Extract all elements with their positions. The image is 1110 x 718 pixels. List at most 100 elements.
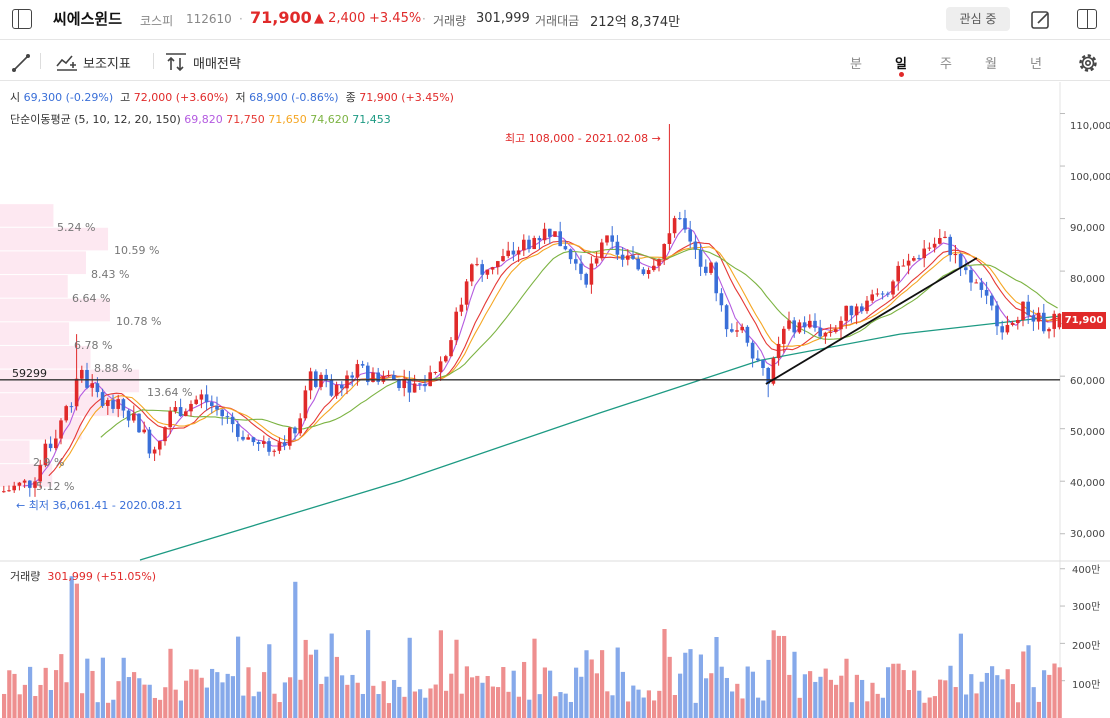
price-change: ▲ 2,400 bbox=[314, 11, 366, 26]
volume-bar bbox=[990, 666, 995, 718]
candle-body bbox=[158, 441, 162, 450]
volume-bar bbox=[1057, 667, 1062, 718]
candle-body bbox=[293, 427, 297, 434]
candle-body bbox=[886, 293, 890, 295]
volume-bar bbox=[106, 702, 111, 718]
volume-bar bbox=[839, 675, 844, 718]
strategy-button[interactable]: 매매전략 bbox=[193, 53, 241, 72]
candle-body bbox=[132, 413, 136, 421]
candle-body bbox=[2, 491, 6, 493]
sidebar-toggle-icon[interactable] bbox=[12, 9, 32, 29]
volume-bar bbox=[371, 685, 376, 718]
candle-body bbox=[776, 343, 781, 359]
volume-bar bbox=[636, 689, 641, 718]
price-change-pct: +3.45% bbox=[369, 11, 422, 26]
draw-line-icon[interactable] bbox=[11, 53, 31, 73]
volume-profile-bar bbox=[0, 204, 54, 227]
volume-bar bbox=[236, 636, 241, 718]
volume-bar bbox=[95, 702, 100, 718]
chart-toolbar: 보조지표 매매전략 분 일 주 월 년 bbox=[0, 41, 1110, 81]
moving-average-10-line bbox=[48, 240, 1058, 477]
settings-gear-icon[interactable] bbox=[1077, 52, 1099, 74]
volume-bar bbox=[496, 687, 501, 718]
edit-icon[interactable] bbox=[1030, 9, 1052, 31]
current-price-tag: 71,900 bbox=[1062, 312, 1106, 329]
volume-bar bbox=[54, 670, 59, 718]
candle-body bbox=[522, 239, 526, 251]
candle-body bbox=[371, 372, 375, 382]
candle-body bbox=[688, 229, 692, 242]
candle-body bbox=[303, 390, 308, 419]
candle-body bbox=[163, 427, 167, 442]
period-minute[interactable]: 분 bbox=[846, 53, 866, 72]
volume-bar bbox=[792, 651, 797, 718]
watchlist-button[interactable]: 관심 중 bbox=[946, 7, 1010, 31]
candle-body bbox=[152, 449, 157, 454]
candle-body bbox=[262, 441, 266, 444]
period-year[interactable]: 년 bbox=[1026, 53, 1046, 72]
candle-body bbox=[1021, 301, 1025, 320]
candle-body bbox=[444, 356, 448, 362]
volume-bar bbox=[714, 636, 719, 718]
stock-code: 112610 bbox=[186, 12, 232, 26]
volume-bar bbox=[33, 696, 38, 718]
candle-body bbox=[470, 264, 474, 282]
candle-body bbox=[891, 281, 895, 295]
volume-bar bbox=[527, 699, 532, 718]
candle-body bbox=[745, 326, 750, 343]
volume-bar bbox=[797, 697, 802, 718]
strategy-icon[interactable] bbox=[165, 52, 187, 72]
candle-body bbox=[813, 320, 817, 328]
indicators-button[interactable]: 보조지표 bbox=[83, 53, 131, 72]
volume-bar bbox=[875, 693, 880, 718]
ma-legend[interactable]: 단순이동평균 (5, 10, 12, 20, 150) 69,820 71,75… bbox=[10, 111, 391, 127]
indicator-icon[interactable] bbox=[56, 52, 78, 72]
volume-bar bbox=[100, 657, 105, 718]
volume-bar bbox=[412, 691, 417, 718]
stock-name: 씨에스윈드 bbox=[53, 10, 123, 28]
volume-bar bbox=[745, 666, 750, 718]
candle-body bbox=[896, 265, 900, 282]
volume-profile-label: 2.9 % bbox=[33, 456, 65, 469]
candle-body bbox=[85, 369, 89, 388]
candle-body bbox=[880, 293, 885, 295]
layout-icon[interactable] bbox=[1077, 9, 1097, 29]
volume-bar bbox=[828, 679, 833, 718]
candle-body bbox=[204, 394, 209, 403]
volume-bar bbox=[657, 690, 662, 718]
volume-bar bbox=[808, 671, 813, 718]
candle-body bbox=[990, 295, 994, 306]
amount-label: 거래대금 bbox=[535, 14, 580, 28]
ma150-value: 71,453 bbox=[352, 113, 391, 126]
candle-body bbox=[459, 304, 464, 312]
candle-body bbox=[730, 329, 734, 332]
candle-body bbox=[64, 406, 68, 421]
price-chart[interactable] bbox=[0, 82, 1110, 718]
volume-bar bbox=[506, 691, 511, 718]
candle-body bbox=[683, 218, 687, 230]
volume-legend-value: 301,999 (+51.05%) bbox=[47, 570, 157, 583]
candle-body bbox=[1031, 315, 1036, 322]
volume-bar bbox=[74, 583, 79, 718]
volume-bar bbox=[532, 638, 537, 718]
period-week[interactable]: 주 bbox=[936, 53, 956, 72]
candle-body bbox=[600, 242, 604, 259]
volume-bar bbox=[813, 681, 818, 718]
candle-body bbox=[964, 267, 968, 271]
volume-bar bbox=[345, 684, 350, 718]
volume-bar bbox=[22, 684, 27, 718]
volume-bar bbox=[704, 678, 709, 718]
candle-body bbox=[464, 281, 469, 305]
volume-bar bbox=[927, 697, 932, 718]
volume-profile-label: 8.88 % bbox=[94, 362, 133, 375]
volume-bar bbox=[787, 674, 792, 718]
period-day[interactable]: 일 bbox=[891, 53, 911, 72]
volume-bar bbox=[719, 666, 724, 718]
period-month[interactable]: 월 bbox=[981, 53, 1001, 72]
candle-body bbox=[1057, 313, 1062, 328]
candle-body bbox=[605, 235, 609, 243]
candle-body bbox=[137, 413, 141, 433]
moving-average-20-line bbox=[100, 248, 1058, 438]
volume-bar bbox=[438, 630, 443, 718]
volume-bar bbox=[849, 702, 854, 718]
